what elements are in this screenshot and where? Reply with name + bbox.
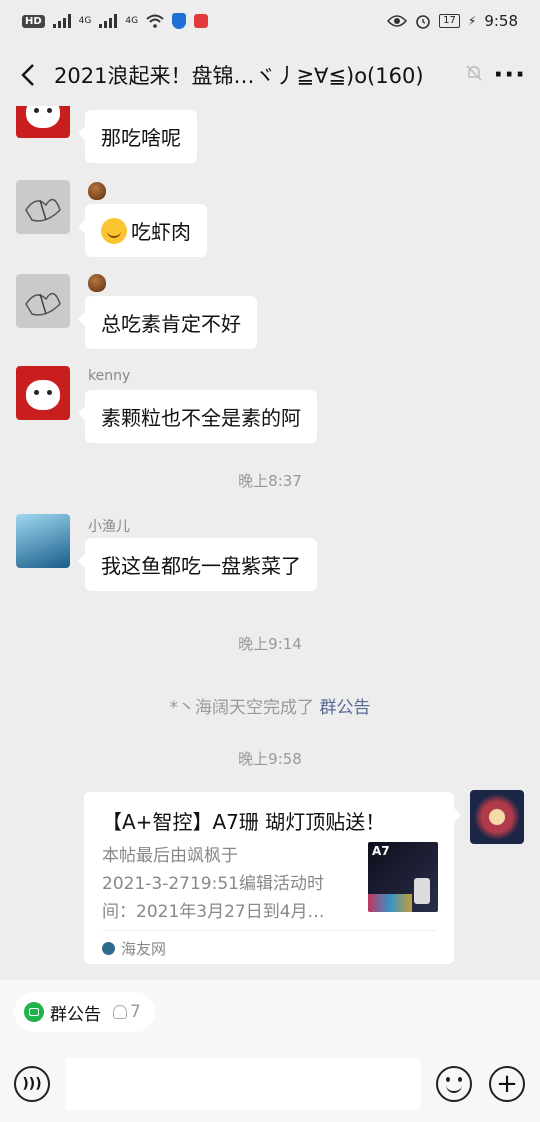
source-logo-icon (102, 942, 115, 955)
back-arrow-icon[interactable] (14, 61, 42, 89)
message-input[interactable] (66, 1058, 421, 1110)
card-desc-line: 本帖最后由飒枫于 (102, 846, 238, 866)
nickname-chestnut-icon (88, 274, 106, 292)
alarm-icon (416, 15, 430, 29)
card-title: 【A+智控】A7珊 瑚灯顶贴送！ (102, 810, 386, 834)
timestamp: 晚上9:14 (238, 635, 302, 653)
timestamp: 晚上8:37 (238, 472, 302, 490)
nickname-chestnut-icon (88, 182, 106, 200)
message-bubble[interactable]: 吃虾肉 (78, 204, 207, 257)
member-count: 7 (113, 1002, 141, 1022)
avatar[interactable] (16, 180, 70, 234)
input-bar: ))) + (0, 1054, 540, 1114)
wifi-icon (146, 14, 164, 28)
group-notice-label: 群公告 (50, 1004, 101, 1025)
message-bubble[interactable]: 我这鱼都吃一盘紫菜了 (78, 538, 317, 591)
battery-level: 17 (443, 15, 456, 26)
status-bar: HD 4G 4G 17 ⚡ 9:58 (0, 0, 540, 42)
thumbnail-label: A7 (372, 844, 390, 858)
sender-nickname: 小渔儿 (88, 519, 130, 535)
shield-app-icon (172, 13, 187, 29)
message-bubble[interactable]: 素颗粒也不全是素的阿 (78, 390, 317, 443)
emoji-icon[interactable] (436, 1066, 472, 1102)
battery-icon: 17 (439, 14, 460, 28)
card-description: 本帖最后由飒枫于 2021-3-2719:51编辑活动时 间：2021年3月27… (102, 842, 342, 926)
smile-emoji-icon (101, 218, 127, 244)
avatar[interactable] (16, 514, 70, 568)
message-bubble[interactable]: 总吃素肯定不好 (78, 296, 257, 349)
plus-icon[interactable]: + (489, 1066, 525, 1102)
more-dots-icon[interactable]: ··· (493, 60, 526, 90)
member-count-value: 7 (130, 1002, 141, 1022)
card-thumbnail: A7 (368, 842, 438, 912)
chat-area[interactable]: 那吃啥呢 吃虾肉 总吃素肯定不好 kenny 素颗粒也不全是素的阿 晚上8:37… (0, 106, 540, 980)
card-divider (102, 930, 436, 931)
hd-badge: HD (22, 14, 45, 28)
sender-nickname: kenny (88, 368, 131, 384)
chat-header: 2021浪起来！盘锦…ヾ丿≧∀≦)o(160) ··· (0, 44, 540, 106)
shared-link-card[interactable]: 【A+智控】A7珊 瑚灯顶贴送！ 本帖最后由飒枫于 2021-3-2719:51… (84, 792, 461, 964)
card-desc-line: 间：2021年3月27日到4月… (102, 902, 325, 922)
signal-icon-2 (99, 14, 118, 28)
status-bar-left: HD 4G 4G (22, 13, 209, 29)
my-avatar[interactable] (470, 790, 524, 844)
group-notice-button[interactable]: 群公告 7 (14, 992, 155, 1032)
message-text: 吃虾肉 (131, 220, 191, 244)
message-bubble[interactable]: 那吃啥呢 (78, 110, 197, 163)
status-bar-right: 17 ⚡ 9:58 (387, 12, 518, 30)
clock: 9:58 (484, 12, 518, 30)
card-source-label: 海友网 (121, 940, 167, 958)
group-notice-icon (24, 1002, 44, 1022)
network-type-label: 4G (78, 16, 92, 26)
red-app-icon (194, 14, 209, 28)
voice-icon[interactable]: ))) (14, 1066, 50, 1102)
eye-icon (387, 15, 408, 27)
footer: 群公告 7 ))) + (0, 980, 540, 1122)
charging-icon: ⚡ (467, 14, 477, 28)
mute-bell-icon (465, 64, 483, 86)
person-icon (113, 1005, 127, 1019)
network-type-label-2: 4G (125, 16, 139, 26)
group-notice-link[interactable]: 群公告 (319, 698, 370, 718)
chat-title: 2021浪起来！盘锦…ヾ丿≧∀≦)o(160) (54, 64, 424, 88)
avatar[interactable] (16, 106, 70, 138)
system-message-text: *丶海阔天空完成了 (169, 698, 320, 718)
card-source: 海友网 (102, 938, 166, 959)
timestamp: 晚上9:58 (238, 750, 302, 768)
card-desc-line: 2021-3-2719:51编辑活动时 (102, 874, 324, 894)
avatar[interactable] (16, 366, 70, 420)
signal-icon (52, 14, 71, 28)
system-message: *丶海阔天空完成了 群公告 (0, 693, 540, 718)
avatar[interactable] (16, 274, 70, 328)
